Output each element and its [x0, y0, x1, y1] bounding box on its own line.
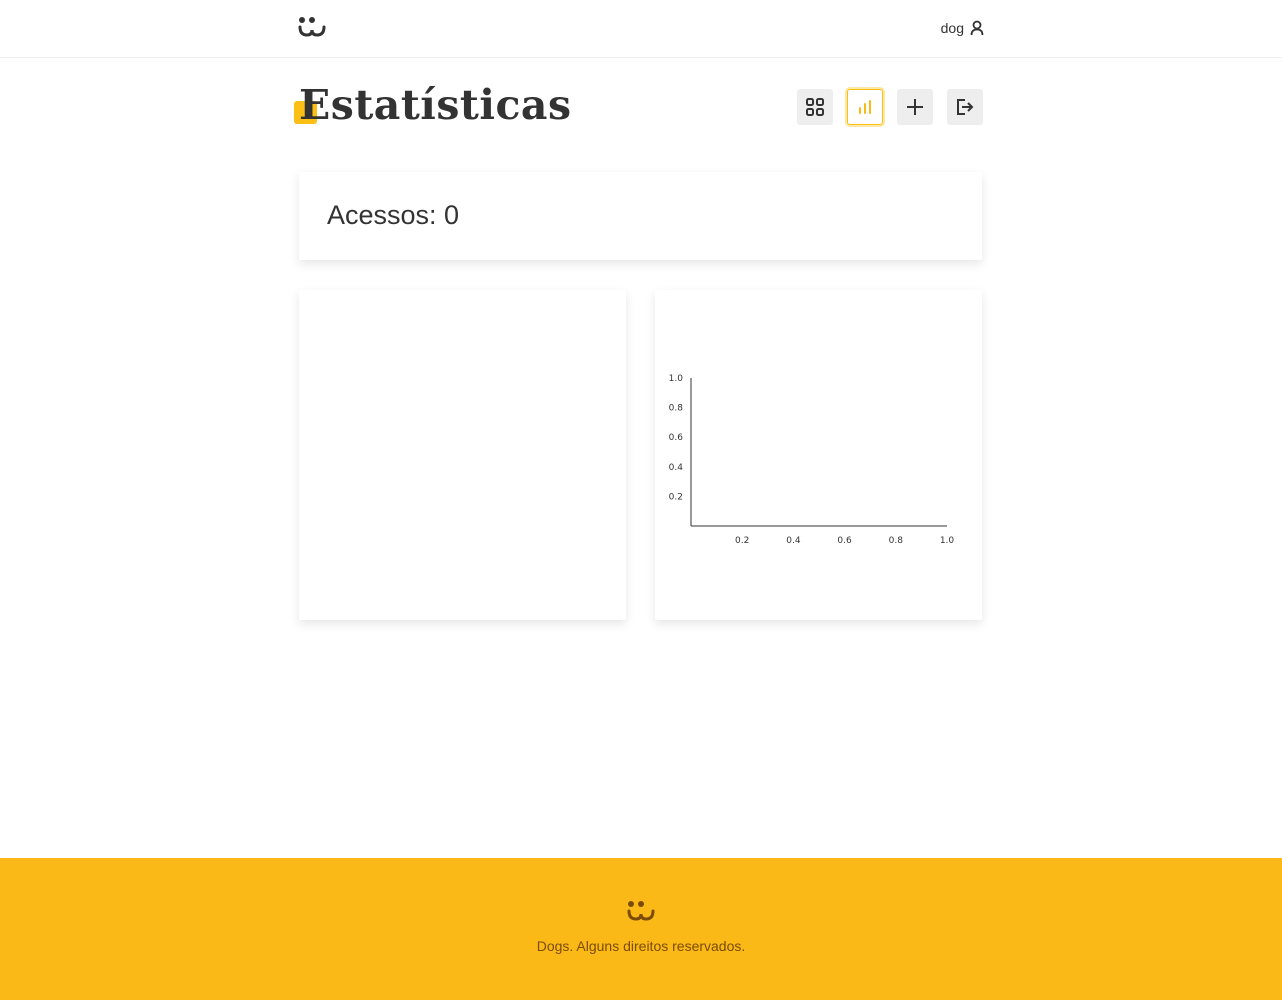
bar-chart-card: 0.2 0.4 0.6 0.8 1.0 0.2 0.4 0.6 0.8 1.0 [655, 290, 982, 620]
my-photos-button[interactable] [797, 89, 833, 125]
y-tick-label: 0.2 [669, 492, 683, 502]
x-tick-label: 0.8 [889, 536, 904, 546]
y-tick-label: 1.0 [669, 374, 684, 384]
page-title: Estatísticas [299, 81, 572, 129]
plus-icon [907, 99, 923, 115]
user-account-link[interactable]: dog [941, 18, 984, 38]
y-tick-label: 0.8 [669, 404, 684, 414]
logout-button[interactable] [947, 89, 983, 125]
access-count: Acessos: 0 [327, 200, 460, 230]
statistics-button[interactable] [847, 89, 883, 125]
pie-chart-card [299, 290, 626, 620]
add-photo-button[interactable] [897, 89, 933, 125]
x-tick-label: 0.4 [786, 536, 801, 546]
access-count-card: Acessos: 0 [299, 172, 982, 260]
x-tick-label: 1.0 [940, 536, 955, 546]
account-nav [797, 89, 983, 125]
footer-copyright: Dogs. Alguns direitos reservados. [536, 938, 746, 954]
x-tick-label: 0.6 [837, 536, 852, 546]
logout-icon [957, 99, 974, 115]
top-header: dog [0, 0, 1282, 58]
page-title-wrap: Estatísticas [294, 80, 572, 130]
dog-face-icon [627, 901, 655, 921]
bar-chart-icon [859, 100, 871, 114]
user-name: dog [940, 20, 964, 36]
grid-icon [806, 98, 824, 116]
page-footer: Dogs. Alguns direitos reservados. [0, 858, 1282, 1000]
user-icon [970, 20, 984, 36]
x-tick-label: 0.2 [735, 536, 749, 546]
bar-chart: 0.2 0.4 0.6 0.8 1.0 0.2 0.4 0.6 0.8 1.0 [669, 374, 955, 546]
y-tick-label: 0.6 [669, 433, 684, 443]
dog-face-logo-icon[interactable] [298, 16, 326, 38]
y-tick-label: 0.4 [669, 463, 684, 473]
